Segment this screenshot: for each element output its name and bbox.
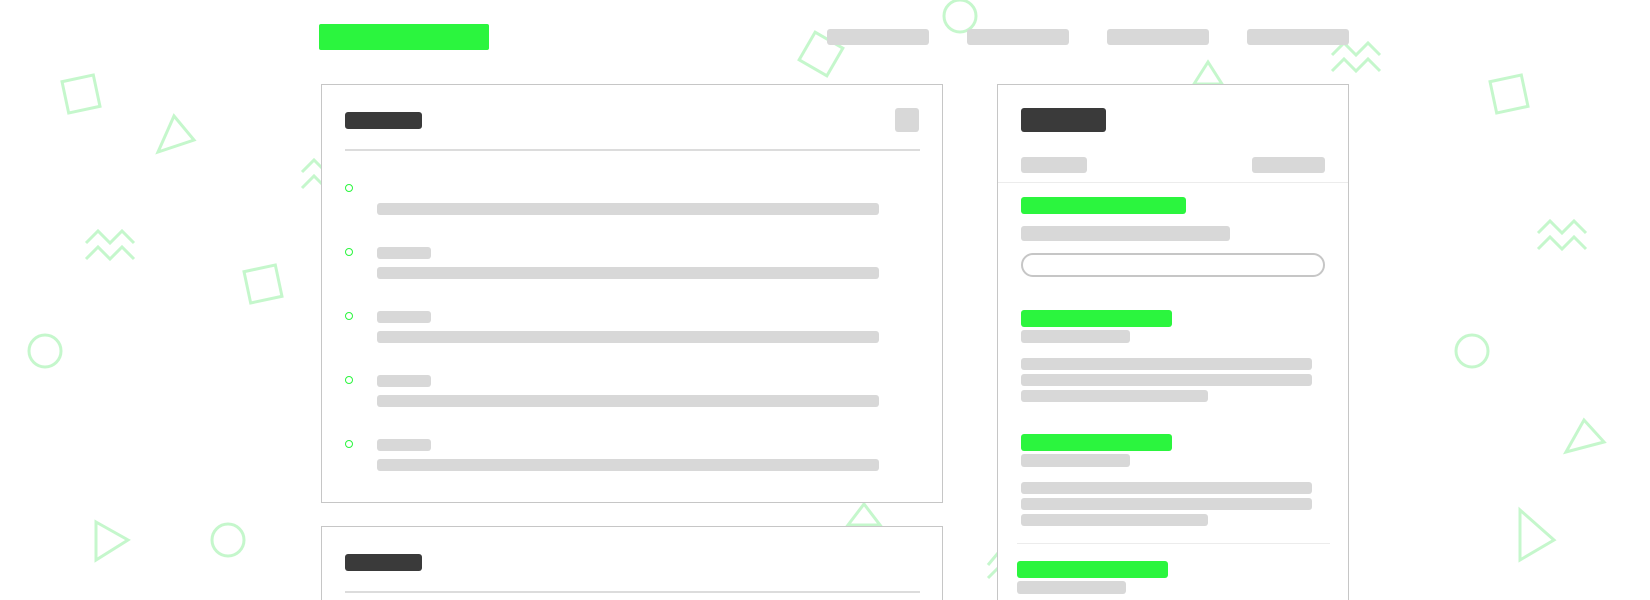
card-divider [345, 591, 920, 593]
decor-triangle-icon [844, 501, 884, 527]
item-bullet-icon [345, 312, 353, 320]
sidebar-tab-right[interactable] [1252, 157, 1325, 173]
post-excerpt-line [1021, 498, 1312, 510]
main-card [321, 84, 943, 503]
nav-link-3[interactable] [1107, 29, 1209, 45]
card-title [345, 112, 422, 129]
post-meta [1021, 330, 1130, 343]
post-meta [1017, 581, 1126, 594]
decor-circle-icon [210, 522, 246, 558]
posts-divider [1017, 543, 1330, 544]
sidebar [997, 84, 1349, 600]
post-excerpt-line [1021, 358, 1312, 370]
item-meta [377, 375, 431, 387]
logo[interactable] [319, 24, 489, 50]
nav-link-1[interactable] [827, 29, 929, 45]
decor-zigzag-icon [1536, 218, 1588, 236]
decor-circle-icon [1454, 333, 1490, 369]
promo-heading [1021, 197, 1186, 214]
sidebar-title [1021, 108, 1106, 132]
decor-triangle-icon [1518, 506, 1557, 563]
sidebar-tabs-divider [998, 182, 1348, 183]
post-excerpt-line [1021, 514, 1208, 526]
nav-link-2[interactable] [967, 29, 1069, 45]
second-card [321, 526, 943, 600]
decor-circle-icon [942, 0, 978, 34]
item-bullet-icon [345, 248, 353, 256]
post-title[interactable] [1021, 434, 1172, 451]
decor-square-icon [60, 73, 102, 115]
decor-triangle-icon [94, 519, 131, 563]
item-bullet-icon [345, 184, 353, 192]
promo-subtext [1021, 226, 1230, 241]
nav-link-4[interactable] [1247, 29, 1349, 45]
card-title [345, 554, 422, 571]
item-bullet-icon [345, 376, 353, 384]
decor-zigzag-icon [1330, 56, 1382, 74]
decor-zigzag-icon [1536, 234, 1588, 252]
post-title[interactable] [1021, 310, 1172, 327]
item-meta [377, 311, 431, 323]
item-text [377, 331, 879, 343]
item-meta [377, 247, 431, 259]
item-text [377, 395, 879, 407]
item-text [377, 459, 879, 471]
decor-triangle-icon [155, 113, 197, 155]
post-excerpt-line [1021, 374, 1312, 386]
decor-triangle-icon [1562, 417, 1607, 455]
card-action-button[interactable] [895, 108, 919, 132]
item-meta [377, 439, 431, 451]
item-bullet-icon [345, 440, 353, 448]
decor-triangle-icon [1191, 59, 1225, 86]
post-title[interactable] [1017, 561, 1168, 578]
sidebar-tab-left[interactable] [1021, 157, 1087, 173]
post-excerpt-line [1021, 390, 1208, 402]
post-excerpt-line [1021, 482, 1312, 494]
decor-zigzag-icon [84, 244, 136, 262]
item-text [377, 267, 879, 279]
decor-square-icon [1488, 73, 1530, 115]
decor-square-icon [242, 263, 284, 305]
card-divider [345, 149, 920, 151]
promo-input[interactable] [1021, 253, 1325, 277]
post-meta [1021, 454, 1130, 467]
decor-circle-icon [27, 333, 63, 369]
page [0, 0, 1650, 600]
item-text [377, 203, 879, 215]
decor-zigzag-icon [84, 228, 136, 246]
